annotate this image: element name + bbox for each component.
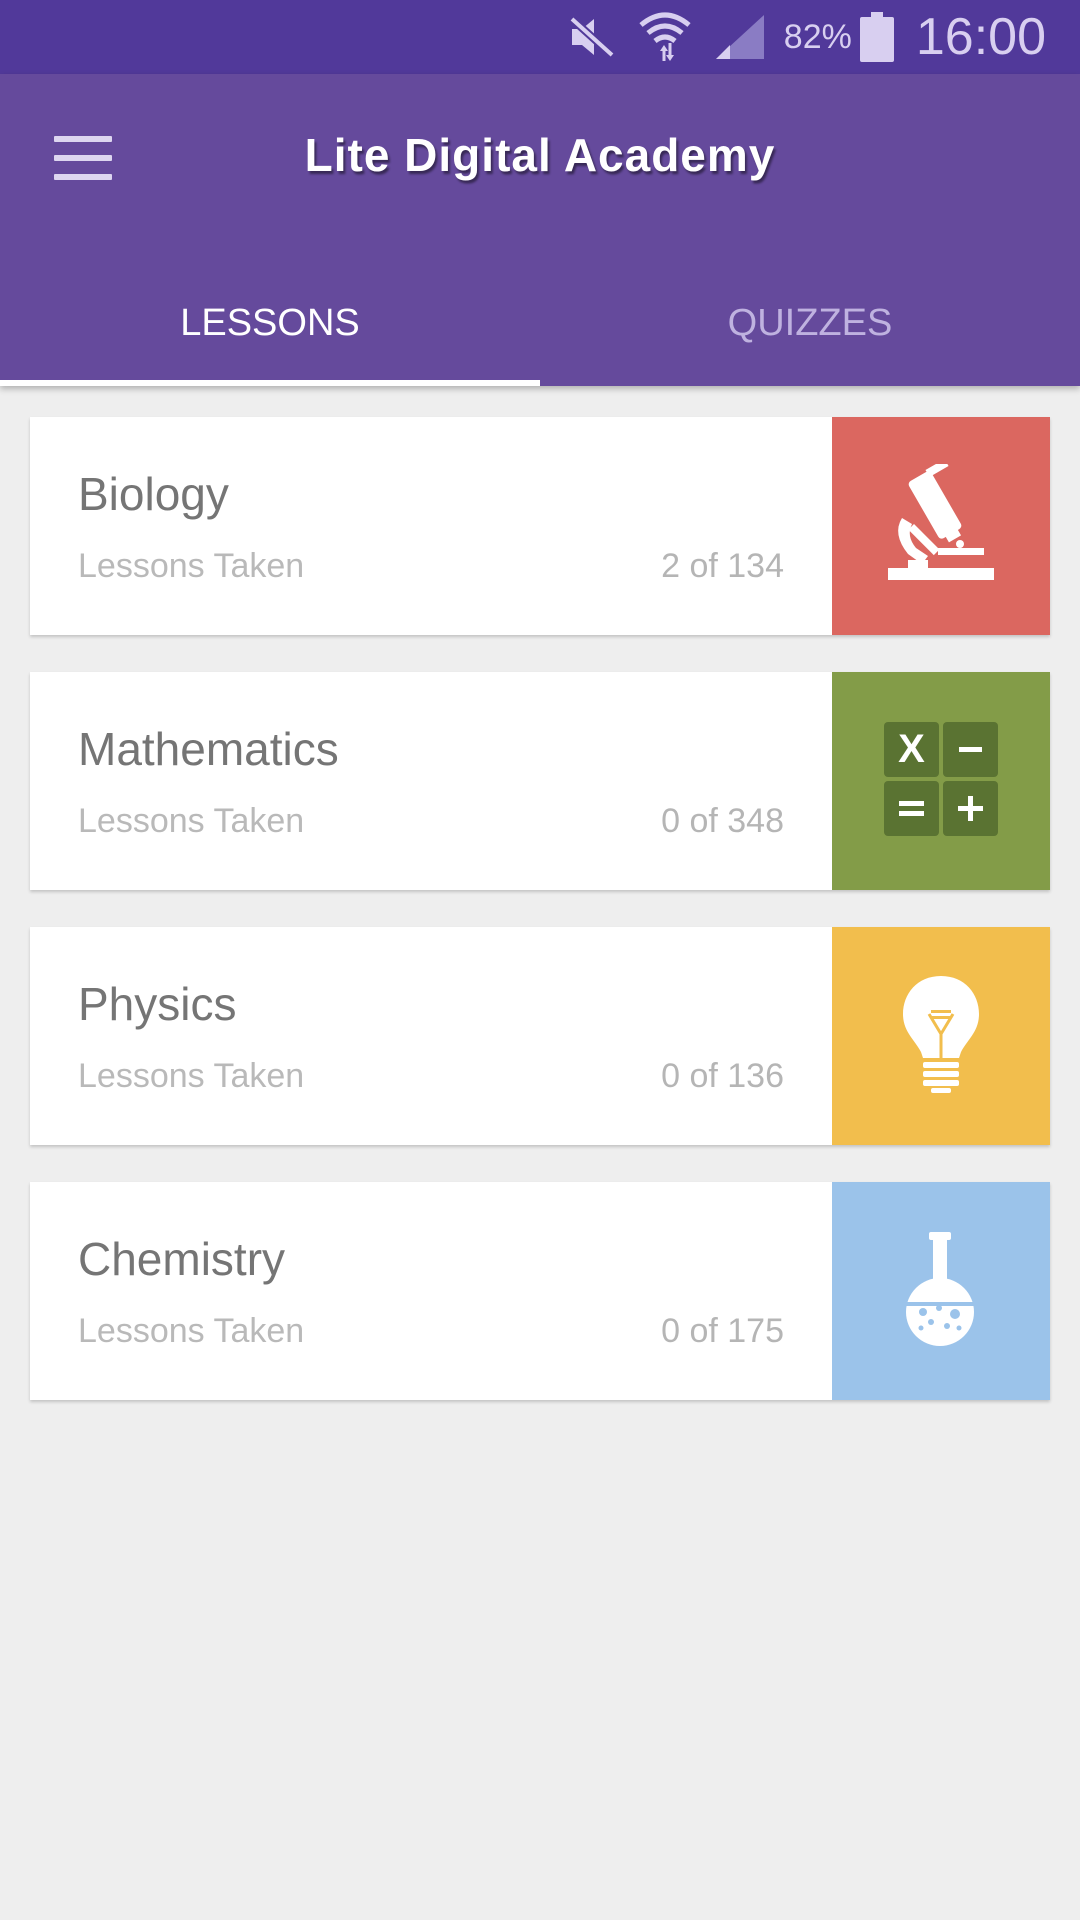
course-card-mathematics[interactable]: Mathematics Lessons Taken 0 of 348 X	[30, 672, 1050, 890]
active-tab-indicator	[0, 380, 540, 386]
lessons-count: 0 of 348	[661, 802, 784, 840]
signal-icon	[714, 13, 766, 61]
lessons-taken-label: Lessons Taken	[78, 547, 305, 585]
tab-quizzes-label: QUIZZES	[727, 301, 893, 344]
battery-icon	[859, 12, 894, 62]
app-title: Lite Digital Academy	[304, 129, 776, 181]
course-list: Biology Lessons Taken 2 of 134 Mathemati…	[30, 417, 1050, 1437]
battery-percent: 82%	[783, 17, 852, 56]
course-tile-mathematics: X	[832, 672, 1050, 890]
lessons-taken-label: Lessons Taken	[78, 1312, 305, 1350]
lessons-count: 2 of 134	[661, 547, 784, 585]
microscope-icon	[886, 458, 996, 589]
course-name: Mathematics	[78, 723, 339, 775]
lessons-taken-label: Lessons Taken	[78, 802, 305, 840]
course-card-chemistry[interactable]: Chemistry Lessons Taken 0 of 175	[30, 1182, 1050, 1400]
course-name: Physics	[78, 978, 237, 1030]
calculator-icon: X	[882, 720, 1000, 843]
mute-icon	[568, 15, 616, 59]
course-tile-chemistry	[832, 1182, 1050, 1400]
tab-lessons-label: LESSONS	[180, 301, 360, 344]
clock: 16:00	[915, 8, 1046, 66]
lightbulb-icon	[901, 974, 981, 1099]
app-bar: Lite Digital Academy LESSONS QUIZZES	[0, 74, 1080, 386]
course-name: Biology	[78, 468, 229, 520]
course-name: Chemistry	[78, 1233, 286, 1285]
status-bar: 82% 16:00	[0, 0, 1080, 74]
course-card-biology[interactable]: Biology Lessons Taken 2 of 134	[30, 417, 1050, 635]
lessons-count: 0 of 136	[661, 1057, 784, 1095]
svg-text:X: X	[898, 727, 925, 771]
tab-lessons[interactable]: LESSONS	[0, 270, 540, 386]
course-tile-biology	[832, 417, 1050, 635]
course-tile-physics	[832, 927, 1050, 1145]
lessons-taken-label: Lessons Taken	[78, 1057, 305, 1095]
tab-bar: LESSONS QUIZZES	[0, 270, 1080, 386]
flask-icon	[901, 1230, 981, 1353]
wifi-icon	[638, 11, 692, 63]
tab-quizzes[interactable]: QUIZZES	[540, 270, 1080, 386]
lessons-count: 0 of 175	[661, 1312, 784, 1350]
course-card-physics[interactable]: Physics Lessons Taken 0 of 136	[30, 927, 1050, 1145]
